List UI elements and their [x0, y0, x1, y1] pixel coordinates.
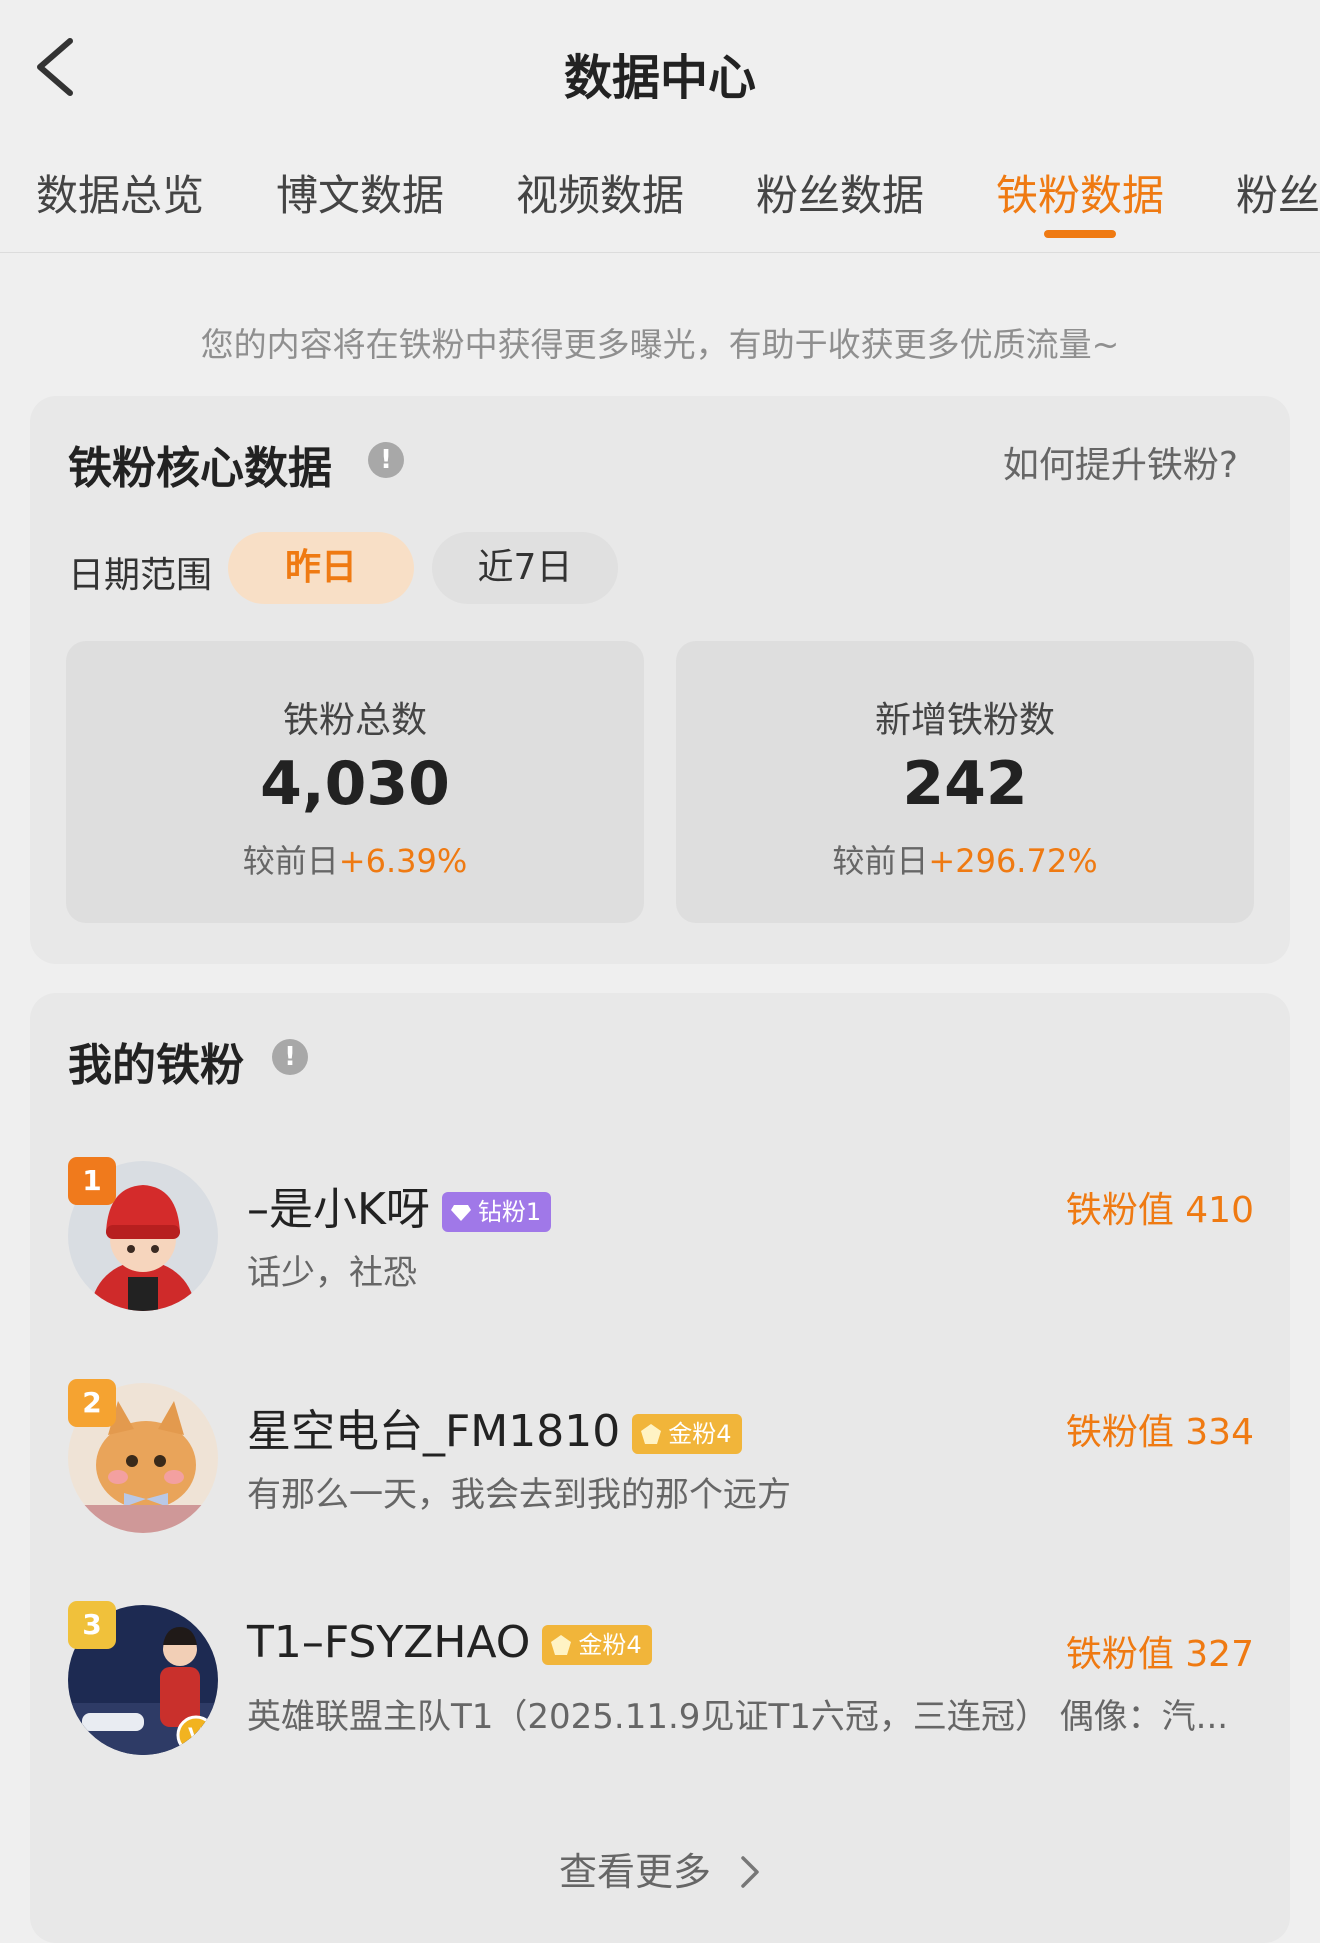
my-iron-fans-title: 我的铁粉	[68, 1040, 244, 1091]
tab-bar: 数据总览 博文数据 视频数据 粉丝数据 铁粉数据 粉丝	[0, 140, 1320, 253]
chevron-right-icon	[741, 1856, 759, 1888]
info-icon[interactable]: !	[368, 442, 404, 478]
how-to-improve-link[interactable]: 如何提升铁粉?	[1003, 436, 1238, 488]
gem-icon	[641, 1424, 662, 1444]
badge-text: 金粉4	[578, 1631, 642, 1659]
stat-label: 新增铁粉数	[874, 700, 1055, 741]
fan-bio: 英雄联盟主队T1（2025.11.9见证T1六冠，三连冠） 偶像：汽...	[247, 1697, 1229, 1737]
stat-value: 4,030	[260, 749, 450, 819]
core-data-card: 铁粉核心数据 ! 如何提升铁粉? 日期范围 昨日 近7日 铁粉总数 4,030 …	[30, 396, 1290, 964]
see-more-button[interactable]: 查看更多	[30, 1841, 1290, 1896]
core-data-title: 铁粉核心数据	[68, 443, 332, 494]
fan-name-text: T1–FSYZHAO	[247, 1617, 531, 1668]
tab-fans-more[interactable]: 粉丝	[1236, 162, 1320, 223]
range-yesterday-button[interactable]: 昨日	[228, 532, 414, 604]
date-range-label: 日期范围	[68, 555, 213, 596]
fan-name-text: 星空电台_FM1810	[247, 1406, 621, 1457]
fan-name-text: –是小K呀	[247, 1184, 430, 1235]
fan-name[interactable]: 星空电台_FM1810 金粉4	[247, 1395, 742, 1459]
rank-badge: 3	[68, 1601, 116, 1649]
stat-label: 铁粉总数	[282, 700, 427, 741]
verified-mark: V	[188, 1723, 204, 1750]
fan-level-badge: 金粉4	[542, 1625, 652, 1665]
gem-icon	[551, 1635, 572, 1655]
fan-bio: 有那么一天，我会去到我的那个远方	[247, 1475, 791, 1515]
stat-total-iron-fans: 铁粉总数 4,030 较前日+6.39%	[66, 641, 644, 923]
compare-value: +296.72%	[928, 842, 1098, 880]
rank-badge: 1	[68, 1157, 116, 1205]
fan-score: 铁粉值 334	[1065, 1412, 1254, 1453]
stat-compare: 较前日+6.39%	[66, 836, 644, 882]
page-title: 数据中心	[563, 50, 756, 106]
rank-badge: 2	[68, 1379, 116, 1427]
my-iron-fans-card: 我的铁粉 ! 1 –是小K呀 钻粉1 话少，社恐 铁粉值 410 2 星空电台_…	[30, 993, 1290, 1943]
list-item[interactable]: 2 星空电台_FM1810 金粉4 有那么一天，我会去到我的那个远方 铁粉值 33…	[30, 1379, 1290, 1543]
compare-label: 较前日	[242, 842, 339, 880]
active-tab-indicator	[1044, 230, 1116, 238]
info-icon[interactable]: !	[272, 1039, 308, 1075]
top-bar: 数据中心	[0, 0, 1320, 135]
tab-fans-data[interactable]: 粉丝数据	[756, 162, 924, 223]
stat-compare: 较前日+296.72%	[676, 836, 1254, 882]
fan-level-badge: 钻粉1	[441, 1192, 552, 1232]
tab-overview[interactable]: 数据总览	[36, 162, 204, 223]
tab-post-data[interactable]: 博文数据	[276, 162, 444, 223]
stat-value: 242	[902, 749, 1028, 819]
see-more-label: 查看更多	[558, 1850, 711, 1894]
list-item[interactable]: 1 –是小K呀 钻粉1 话少，社恐 铁粉值 410	[30, 1157, 1290, 1321]
compare-value: +6.39%	[338, 842, 468, 880]
tip-text: 您的内容将在铁粉中获得更多曝光，有助于收获更多优质流量~	[200, 325, 1120, 364]
fan-score: 铁粉值 410	[1065, 1190, 1254, 1231]
range-7days-button[interactable]: 近7日	[432, 532, 618, 604]
tab-video-data[interactable]: 视频数据	[516, 162, 684, 223]
diamond-icon	[450, 1205, 471, 1221]
list-item[interactable]: V 3 T1–FSYZHAO 金粉4 英雄联盟主队T1（2025.11.9见证T1…	[30, 1601, 1290, 1765]
fan-name[interactable]: T1–FSYZHAO 金粉4	[247, 1617, 652, 1668]
badge-text: 钻粉1	[477, 1198, 542, 1226]
fan-level-badge: 金粉4	[632, 1414, 742, 1454]
fan-score: 铁粉值 327	[1065, 1634, 1254, 1675]
fan-name[interactable]: –是小K呀 钻粉1	[247, 1173, 552, 1237]
badge-text: 金粉4	[668, 1420, 732, 1448]
fan-bio: 话少，社恐	[247, 1253, 417, 1293]
stat-new-iron-fans: 新增铁粉数 242 较前日+296.72%	[676, 641, 1254, 923]
compare-label: 较前日	[832, 842, 929, 880]
tab-iron-fans-data[interactable]: 铁粉数据	[996, 162, 1164, 223]
